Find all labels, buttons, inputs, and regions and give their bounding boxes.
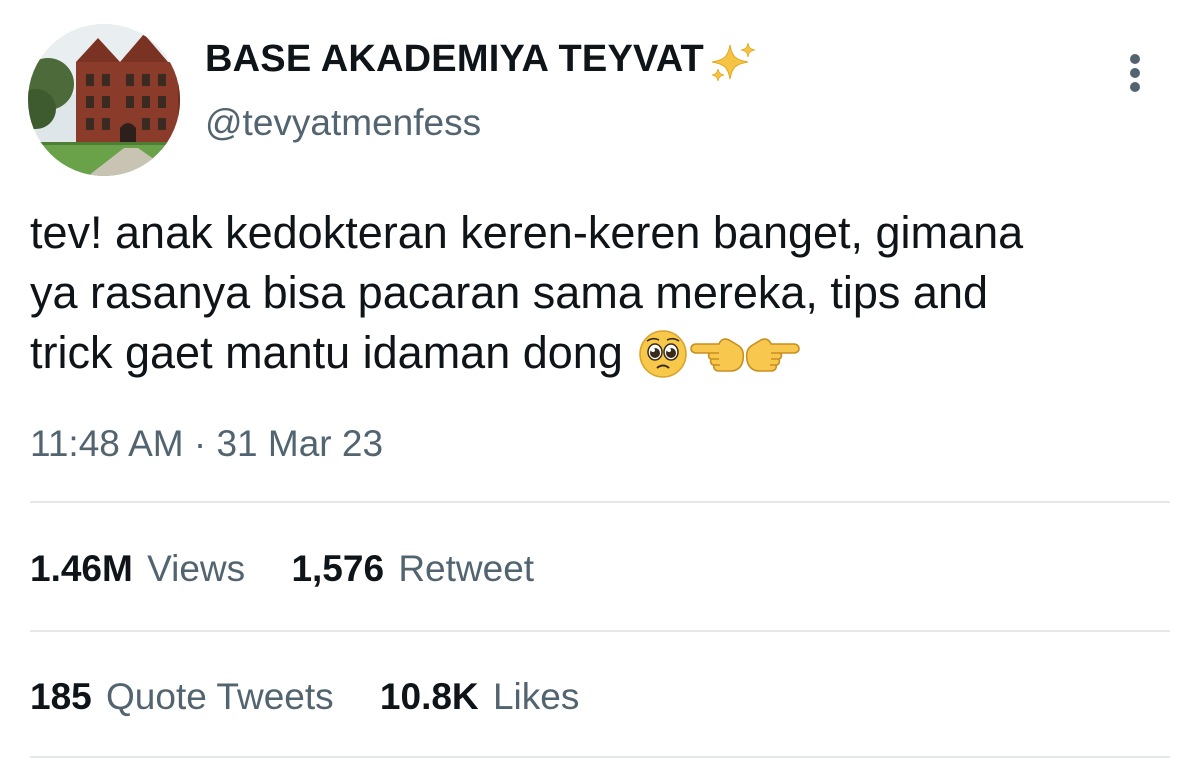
backhand-index-pointing-right-emoji [745,338,800,372]
retweets-label: Retweet [398,548,535,589]
pleading-face-emoji [639,330,687,378]
tweet-text: tev! anak kedokteran keren-keren banget,… [30,203,1180,383]
display-name[interactable]: BASE AKADEMIYA TEYVAT [205,38,704,81]
stats-row-secondary: 185 Quote Tweets 10.8K Likes [30,676,615,718]
views-count: 1.46M [30,548,133,589]
divider [30,501,1170,503]
quote-tweets-label: Quote Tweets [106,676,334,717]
quote-tweets-stat[interactable]: 185 Quote Tweets [30,676,334,718]
emoji-group [637,329,801,379]
tweet-text-line: ya rasanya bisa pacaran sama mereka, tip… [30,267,989,318]
divider [30,630,1170,632]
more-options-button[interactable] [1114,48,1158,98]
views-stat[interactable]: 1.46M Views [30,548,245,590]
tweet-detail: BASE AKADEMIYA TEYVAT @tevyatmenfess tev… [0,0,1200,760]
avatar-image [28,24,180,176]
retweets-stat[interactable]: 1,576 Retweet [291,548,534,590]
stats-row-primary: 1.46M Views 1,576 Retweet [30,548,570,590]
likes-stat[interactable]: 10.8K Likes [380,676,579,718]
tweet-text-line: tev! anak kedokteran keren-keren banget,… [30,207,1024,258]
user-handle[interactable]: @tevyatmenfess [205,102,481,144]
tweet-text-line-content: trick gaet mantu idaman dong [30,327,623,378]
sparkles-icon [711,42,756,82]
likes-count: 10.8K [379,676,479,717]
backhand-index-pointing-left-emoji [690,338,745,372]
views-label: Views [147,548,246,589]
avatar[interactable] [28,24,180,176]
retweets-count: 1,576 [291,548,385,589]
tweet-text-line-last: trick gaet mantu idaman dong [30,323,1180,383]
tweet-timestamp[interactable]: 11:48 AM · 31 Mar 23 [30,423,383,465]
likes-label: Likes [492,676,580,717]
divider [30,756,1170,758]
quote-tweets-count: 185 [30,676,92,717]
